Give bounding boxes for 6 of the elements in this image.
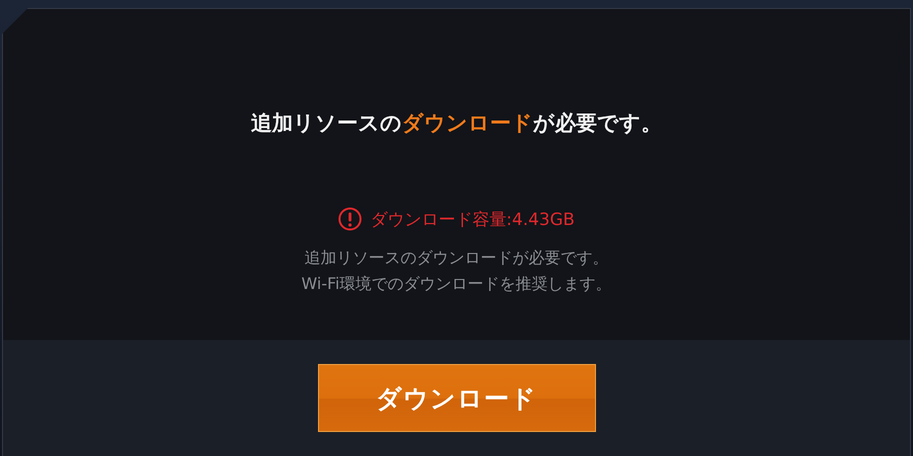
download-button[interactable]: ダウンロード: [318, 364, 596, 432]
warning-icon: [338, 207, 362, 231]
message-line: Wi-Fi環境でのダウンロードを推奨します。: [301, 273, 612, 295]
dialog-title: 追加リソースのダウンロードが必要です。: [251, 110, 662, 137]
download-size-warning: ダウンロード容量:4.43GB: [370, 208, 575, 230]
message-line: 追加リソースのダウンロードが必要です。: [304, 247, 608, 269]
